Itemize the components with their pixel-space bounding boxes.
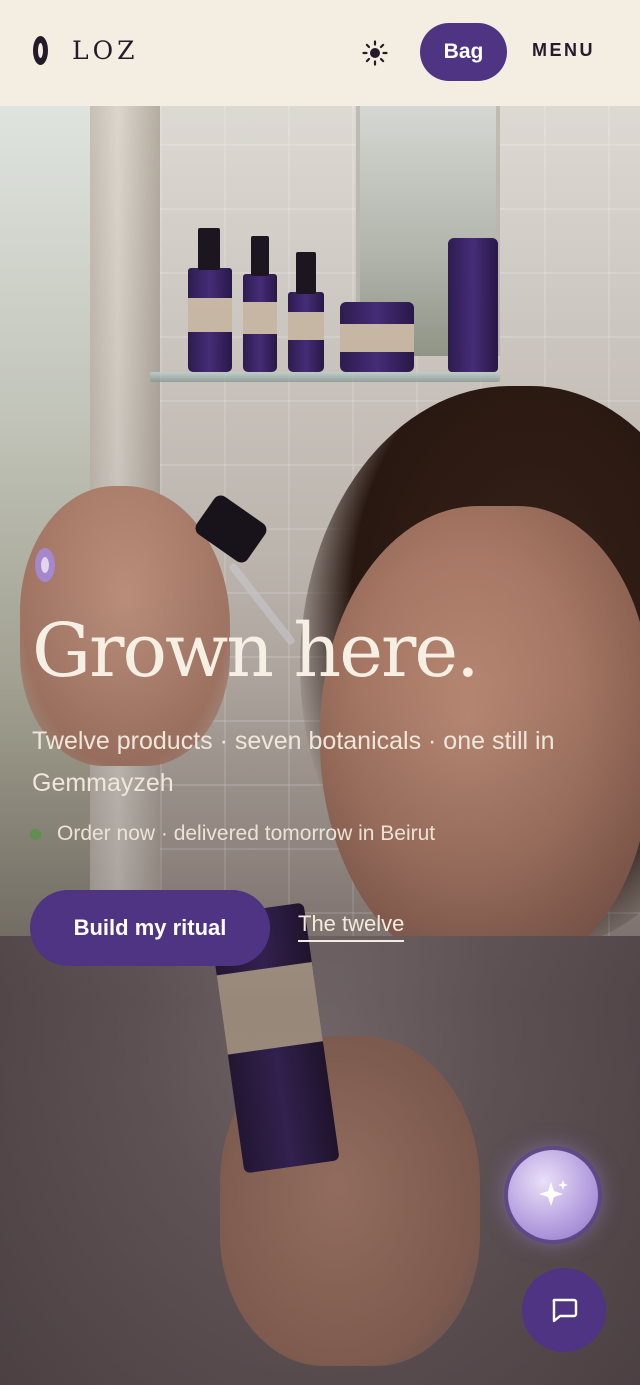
hero-subtitle: Twelve products · seven botanicals · one… xyxy=(32,727,555,797)
hero-section: Grown here. Twelve products · seven bota… xyxy=(0,106,640,1385)
sun-icon xyxy=(362,40,388,66)
logo-text: LOZ xyxy=(72,36,139,65)
delivery-status-text: Order now · delivered tomorrow in Beirut xyxy=(57,822,436,845)
theme-toggle-button[interactable] xyxy=(360,38,390,68)
the-twelve-link[interactable]: The twelve xyxy=(298,911,405,942)
menu-button[interactable]: MENU xyxy=(532,40,595,61)
hero-headline: Grown here. xyxy=(32,608,480,694)
chat-button[interactable] xyxy=(522,1268,606,1352)
build-ritual-button[interactable]: Build my ritual xyxy=(30,890,270,966)
status-dot-icon xyxy=(30,828,41,840)
assistant-button[interactable] xyxy=(508,1150,598,1240)
site-header: LOZ Bag MENU xyxy=(0,0,640,106)
brand-logo[interactable]: LOZ xyxy=(33,36,138,65)
chat-bubble-icon xyxy=(552,1298,578,1323)
leaf-logo-icon xyxy=(33,36,48,65)
sparkle-icon xyxy=(539,1180,568,1206)
delivery-status: Order now · delivered tomorrow in Beirut xyxy=(30,822,435,846)
bag-button[interactable]: Bag xyxy=(420,23,507,81)
leaf-badge-icon xyxy=(35,548,55,582)
